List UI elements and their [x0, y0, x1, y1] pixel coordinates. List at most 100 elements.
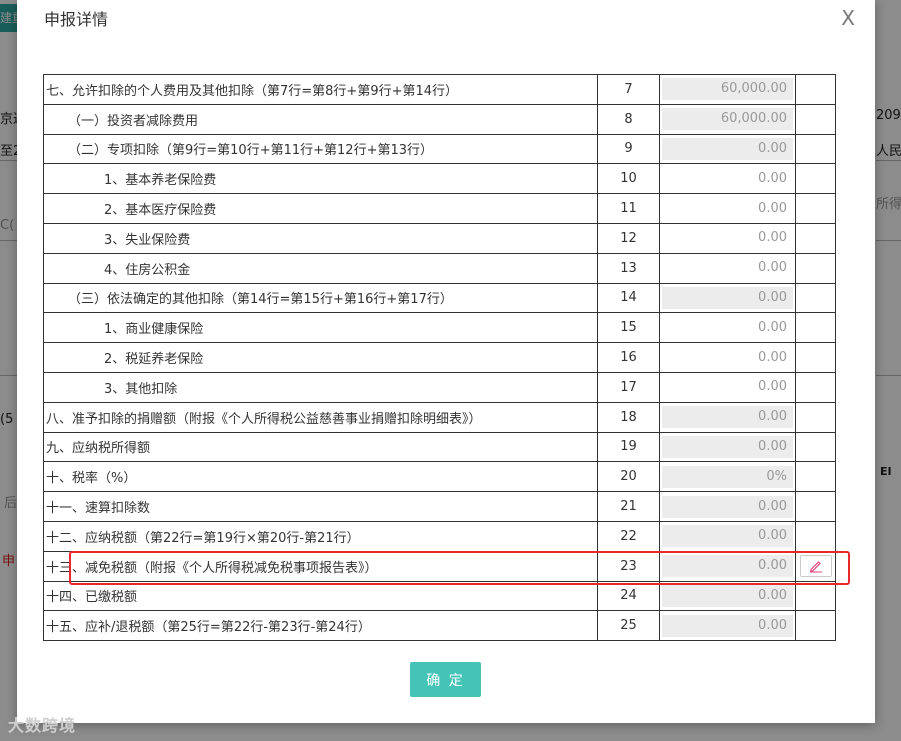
pencil-icon [809, 561, 822, 573]
row-action-cell [795, 133, 836, 165]
row-action-cell [795, 252, 836, 284]
row-value-cell: 0.00 [659, 520, 796, 552]
row-value-cell: 0% [659, 461, 796, 493]
row-value-cell: 0.00 [659, 371, 796, 403]
row-label: 十四、已缴税额 [43, 580, 598, 612]
amount-field: 0.00 [662, 525, 793, 548]
row-value-cell: 0.00 [659, 193, 796, 224]
table-row: 八、准予扣除的捐赠额（附报《个人所得税公益慈善事业捐赠扣除明细表》） 18 0.00 [43, 401, 836, 433]
row-number: 14 [597, 282, 660, 314]
row-action-cell [795, 193, 836, 224]
row-number: 19 [597, 431, 660, 463]
table-row: 1、商业健康保险 15 0.00 [43, 312, 836, 344]
row-number: 17 [597, 371, 660, 403]
row-value-cell: 0.00 [659, 163, 796, 195]
amount-field: 0.00 [662, 555, 793, 578]
table-row: （二）专项扣除（第9行=第10行+第11行+第12行+第13行） 9 0.00 [43, 133, 836, 165]
declaration-table: 七、允许扣除的个人费用及其他扣除（第7行=第8行+第9行+第14行） 7 60,00… [43, 74, 836, 642]
table-row: 十二、应纳税额（第22行=第19行×第20行-第21行） 22 0.00 [43, 520, 836, 552]
table-row: 4、住房公积金 13 0.00 [43, 252, 836, 284]
row-action-cell [795, 282, 836, 314]
table-row: （三）依法确定的其他扣除（第14行=第15行+第16行+第17行） 14 0.00 [43, 282, 836, 314]
row-number: 21 [597, 491, 660, 522]
row-label: 十一、速算扣除数 [43, 491, 598, 522]
row-action-cell [795, 520, 836, 552]
row-action-cell [795, 461, 836, 493]
table-row: 十、税率（%） 20 0% [43, 461, 836, 493]
amount-field: 0.00 [662, 286, 793, 309]
row-label: 3、失业保险费 [43, 222, 598, 254]
row-value-cell: 0.00 [659, 550, 796, 582]
amount-field: 0.00 [662, 406, 793, 429]
row-number: 16 [597, 342, 660, 373]
row-label: 1、商业健康保险 [43, 312, 598, 344]
row-value-cell: 0.00 [659, 401, 796, 433]
table-row: 1、基本养老保险费 10 0.00 [43, 163, 836, 195]
modal-title: 申报详情 [44, 10, 109, 29]
row-number: 7 [597, 74, 660, 105]
amount-field[interactable]: 0.00 [662, 257, 793, 279]
row-action-cell [795, 222, 836, 254]
row-value-cell: 60,000.00 [659, 103, 796, 135]
amount-field[interactable]: 0.00 [662, 347, 793, 369]
row-value-cell: 0.00 [659, 312, 796, 344]
row-action-cell [795, 312, 836, 344]
amount-field: 0.00 [662, 584, 793, 607]
amount-field: 60,000.00 [662, 78, 793, 101]
amount-field: 0.00 [662, 435, 793, 458]
amount-field: 0.00 [662, 614, 793, 637]
row-action-cell [795, 74, 836, 105]
row-value-cell: 0.00 [659, 282, 796, 314]
row-label: 十二、应纳税额（第22行=第19行×第20行-第21行） [43, 520, 598, 552]
confirm-button[interactable]: 确 定 [410, 662, 481, 697]
row-number: 8 [597, 103, 660, 135]
row-number: 23 [597, 550, 660, 582]
row-label: 十三、减免税额（附报《个人所得税减免税事项报告表》） [43, 550, 598, 582]
row-number: 15 [597, 312, 660, 344]
table-row: 2、基本医疗保险费 11 0.00 [43, 193, 836, 224]
row-label: 十五、应补/退税额（第25行=第22行-第23行-第24行） [43, 610, 598, 642]
row-action-cell [795, 163, 836, 195]
row-action-cell [795, 550, 836, 582]
row-value-cell: 0.00 [659, 133, 796, 165]
row-value-cell: 0.00 [659, 610, 796, 642]
row-action-cell [795, 401, 836, 433]
amount-field[interactable]: 0.00 [662, 317, 793, 339]
amount-field[interactable]: 0.00 [662, 198, 793, 220]
row-label: 八、准予扣除的捐赠额（附报《个人所得税公益慈善事业捐赠扣除明细表》） [43, 401, 598, 433]
row-value-cell: 0.00 [659, 580, 796, 612]
table-row: 3、其他扣除 17 0.00 [43, 371, 836, 403]
row-value-cell: 60,000.00 [659, 74, 796, 105]
row-action-cell [795, 103, 836, 135]
table-row: 十一、速算扣除数 21 0.00 [43, 491, 836, 522]
row-action-cell [795, 371, 836, 403]
row-value-cell: 0.00 [659, 222, 796, 254]
row-value-cell: 0.00 [659, 342, 796, 373]
row-value-cell: 0.00 [659, 491, 796, 522]
row-number: 12 [597, 222, 660, 254]
close-icon[interactable]: X [841, 6, 855, 30]
table-row: 九、应纳税所得额 19 0.00 [43, 431, 836, 463]
amount-field: 60,000.00 [662, 108, 793, 131]
row-number: 25 [597, 610, 660, 642]
amount-field: 0% [662, 465, 793, 488]
amount-field: 0.00 [662, 495, 793, 518]
table-row: 七、允许扣除的个人费用及其他扣除（第7行=第8行+第9行+第14行） 7 60,00… [43, 74, 836, 105]
row-number: 11 [597, 193, 660, 224]
row-value-cell: 0.00 [659, 431, 796, 463]
amount-field[interactable]: 0.00 [662, 227, 793, 249]
edit-button[interactable] [799, 555, 832, 578]
row-action-cell [795, 491, 836, 522]
amount-field[interactable]: 0.00 [662, 376, 793, 398]
table-row: 十五、应补/退税额（第25行=第22行-第23行-第24行） 25 0.00 [43, 610, 836, 642]
row-action-cell [795, 342, 836, 373]
declaration-table-wrapper: 七、允许扣除的个人费用及其他扣除（第7行=第8行+第9行+第14行） 7 60,00… [43, 74, 836, 642]
row-number: 22 [597, 520, 660, 552]
row-label: 4、住房公积金 [43, 252, 598, 284]
row-number: 18 [597, 401, 660, 433]
amount-field[interactable]: 0.00 [662, 168, 793, 190]
amount-field: 0.00 [662, 137, 793, 160]
row-action-cell [795, 610, 836, 642]
table-row: 十四、已缴税额 24 0.00 [43, 580, 836, 612]
row-label: 十、税率（%） [43, 461, 598, 493]
